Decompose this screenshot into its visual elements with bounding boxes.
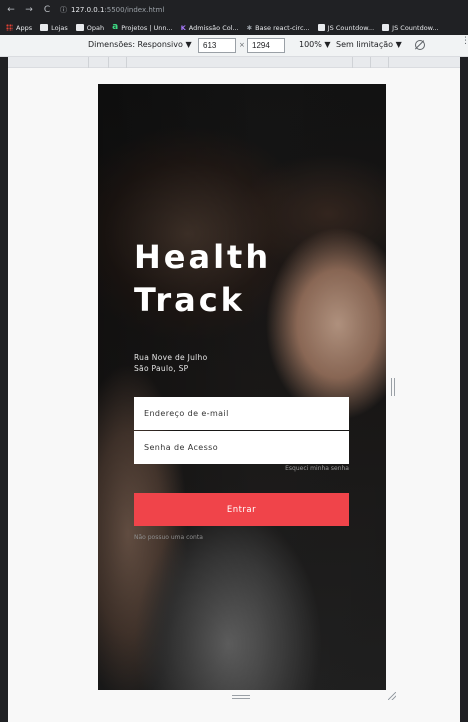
rotate-icon[interactable]: [415, 40, 425, 50]
address-city: São Paulo, SP: [134, 364, 189, 373]
left-panel-edge: [0, 57, 8, 722]
browser-toolbar: ← → C ⓘ 127.0.0.1:5500/index.html: [0, 0, 468, 20]
page-icon: [317, 24, 325, 31]
folder-icon: [75, 24, 84, 31]
address-street: Rua Nove de Julho: [134, 353, 208, 362]
resize-handle-right[interactable]: [391, 378, 395, 396]
zoom-select[interactable]: 100% ▼: [299, 40, 331, 49]
email-field[interactable]: [134, 397, 349, 430]
address-bar[interactable]: ⓘ 127.0.0.1:5500/index.html: [60, 5, 164, 15]
bookmark-opah[interactable]: Opah: [75, 24, 104, 32]
resize-handle-bottom[interactable]: [232, 695, 250, 699]
address-text: Rua Nove de Julho São Paulo, SP: [134, 352, 208, 374]
back-icon[interactable]: ←: [6, 5, 16, 15]
height-input[interactable]: [247, 38, 285, 53]
title-line-health: Health: [134, 238, 272, 276]
page-icon: [382, 24, 390, 31]
title-line-track: Track: [134, 281, 245, 319]
ruler-tick: [370, 57, 371, 68]
dimensions-select[interactable]: Dimensões: Responsivo ▼: [88, 40, 192, 49]
throttle-select[interactable]: Sem limitação ▼: [336, 40, 402, 49]
bookmark-admissao[interactable]: K Admissão Col...: [181, 24, 239, 32]
app-title: Health Track: [134, 236, 271, 322]
bookmark-base-react[interactable]: ✱ Base react-circ...: [247, 24, 310, 32]
ruler-tick: [352, 57, 353, 68]
device-viewport: Health Track Rua Nove de Julho São Paulo…: [98, 84, 386, 690]
url-host: 127.0.0.1: [71, 6, 105, 14]
resize-corner-handle[interactable]: [388, 692, 396, 700]
info-icon: ⓘ: [60, 6, 67, 14]
amazon-icon: a: [112, 22, 119, 32]
ruler-tick: [88, 57, 89, 68]
more-options-icon[interactable]: ⋮: [461, 37, 468, 46]
forgot-password-link[interactable]: Esqueci minha senha: [285, 465, 349, 472]
folder-icon: [40, 24, 49, 31]
reload-icon[interactable]: C: [42, 5, 52, 15]
star-icon: ✱: [246, 23, 253, 32]
right-panel-edge: [460, 57, 468, 722]
hero-background-image: [98, 84, 386, 690]
apps-icon: [6, 24, 13, 31]
no-account-link[interactable]: Não possuo uma conta: [134, 534, 203, 541]
bookmarks-bar: Apps Lojas Opah a Projetos | Unn... K Admi…: [0, 20, 468, 35]
bookmark-projetos[interactable]: a Projetos | Unn...: [112, 22, 173, 32]
ruler-tick: [108, 57, 109, 68]
forward-icon[interactable]: →: [24, 5, 34, 15]
bookmark-lojas[interactable]: Lojas: [40, 24, 68, 32]
width-input[interactable]: [198, 38, 236, 53]
ruler-tick: [388, 57, 389, 68]
kotlin-icon: K: [180, 23, 186, 32]
bookmark-js-countdown-1[interactable]: JS Countdow...: [317, 24, 374, 32]
bookmark-apps[interactable]: Apps: [6, 24, 32, 32]
password-field[interactable]: [134, 431, 349, 464]
device-toolbar: Dimensões: Responsivo ▼ × 100% ▼ Sem lim…: [0, 35, 468, 57]
media-query-ruler: [8, 57, 460, 68]
ruler-tick: [126, 57, 127, 68]
bookmark-js-countdown-2[interactable]: JS Countdow...: [382, 24, 439, 32]
url-path: :5500/index.html: [104, 6, 165, 14]
times-label: ×: [239, 41, 245, 49]
enter-button[interactable]: Entrar: [134, 493, 349, 526]
